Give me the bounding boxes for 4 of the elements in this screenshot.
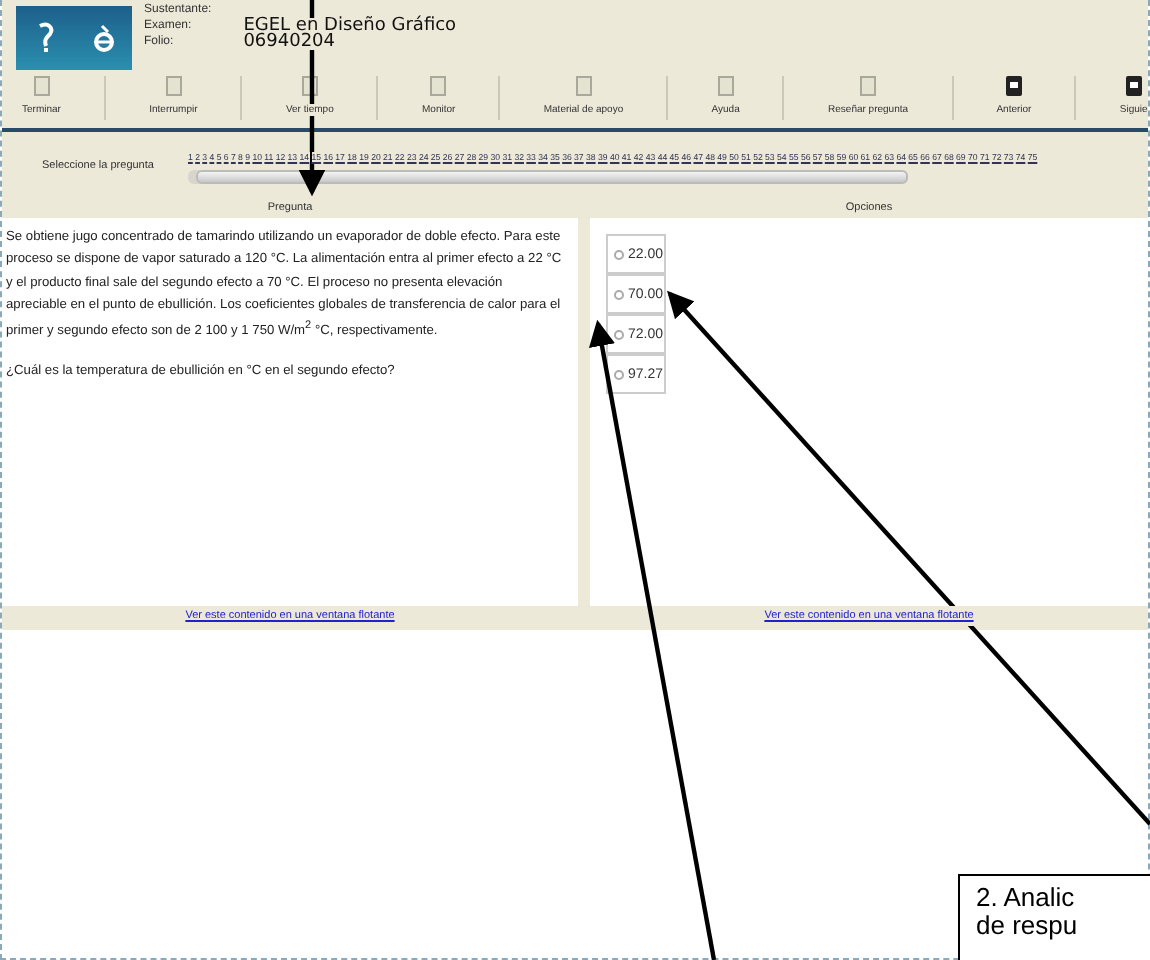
callout-text: de respu bbox=[976, 912, 1080, 940]
callout-text: 2. Analic bbox=[976, 884, 1077, 912]
field-value: EGEL en Diseño Gráfico bbox=[243, 18, 457, 34]
field-value: 06940204 bbox=[243, 34, 336, 50]
